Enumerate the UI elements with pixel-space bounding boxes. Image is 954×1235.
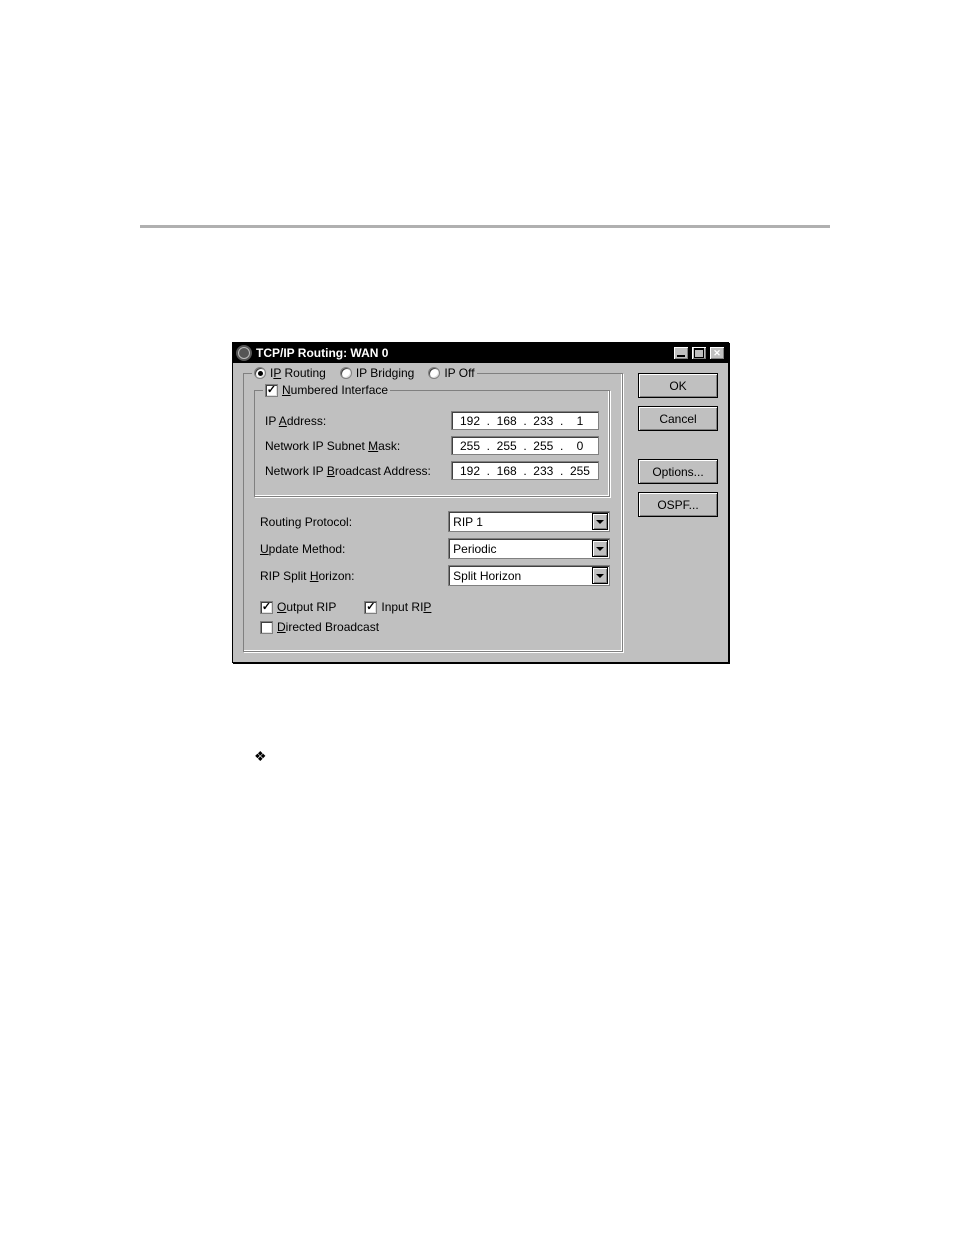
ospf-button[interactable]: OSPF...	[638, 492, 718, 517]
checkbox-icon	[265, 384, 278, 397]
minimize-button[interactable]	[673, 346, 689, 360]
output-rip-checkbox[interactable]: Output RIP	[260, 600, 336, 614]
update-method-select[interactable]: Periodic	[448, 538, 610, 559]
directed-broadcast-checkbox[interactable]: Directed Broadcast	[260, 620, 379, 634]
split-horizon-label: RIP Split Horizon:	[260, 569, 448, 583]
radio-icon	[340, 367, 352, 379]
split-horizon-select[interactable]: Split Horizon	[448, 565, 610, 586]
ok-button[interactable]: OK	[638, 373, 718, 398]
ip-mode-group: IP Routing IP Bridging IP Off	[243, 373, 623, 652]
close-button[interactable]	[709, 346, 725, 360]
radio-label: IP Off	[444, 366, 474, 380]
radio-label: IP Routing	[270, 366, 326, 380]
routing-protocol-select[interactable]: RIP 1	[448, 511, 610, 532]
checkbox-label: Input RIP	[381, 600, 431, 614]
input-rip-checkbox[interactable]: Input RIP	[364, 600, 431, 614]
broadcast-input[interactable]: 192. 168. 233. 255	[451, 461, 599, 480]
radio-icon	[254, 367, 266, 379]
ip-address-input[interactable]: 192. 168. 233. 1	[451, 411, 599, 430]
update-method-label: Update Method:	[260, 542, 448, 556]
numbered-interface-checkbox[interactable]: Numbered Interface	[265, 383, 388, 397]
window-title: TCP/IP Routing: WAN 0	[256, 346, 388, 360]
options-button[interactable]: Options...	[638, 459, 718, 484]
bullet-icon: ❖	[254, 748, 267, 765]
checkbox-icon	[260, 621, 273, 634]
subnet-mask-label: Network IP Subnet Mask:	[265, 439, 451, 453]
radio-label: IP Bridging	[356, 366, 414, 380]
checkbox-label: Output RIP	[277, 600, 336, 614]
checkbox-icon	[364, 601, 377, 614]
chevron-down-icon[interactable]	[592, 540, 608, 557]
cancel-button[interactable]: Cancel	[638, 406, 718, 431]
checkbox-label: Directed Broadcast	[277, 620, 379, 634]
radio-ip-routing[interactable]: IP Routing	[254, 366, 326, 380]
ip-address-label: IP Address:	[265, 414, 451, 428]
numbered-interface-group: Numbered Interface IP Address: 192. 168.…	[254, 390, 610, 497]
subnet-mask-input[interactable]: 255. 255. 255. 0	[451, 436, 599, 455]
dialog-window: TCP/IP Routing: WAN 0 OK Cancel Options.…	[232, 342, 729, 663]
radio-ip-bridging[interactable]: IP Bridging	[340, 366, 414, 380]
system-menu-icon[interactable]	[236, 345, 252, 361]
routing-protocol-label: Routing Protocol:	[260, 515, 448, 529]
radio-icon	[428, 367, 440, 379]
radio-ip-off[interactable]: IP Off	[428, 366, 474, 380]
checkbox-label: Numbered Interface	[282, 383, 388, 397]
maximize-button[interactable]	[691, 346, 707, 360]
chevron-down-icon[interactable]	[592, 567, 608, 584]
titlebar[interactable]: TCP/IP Routing: WAN 0	[233, 343, 728, 363]
broadcast-label: Network IP Broadcast Address:	[265, 464, 451, 478]
page-rule	[140, 225, 830, 228]
chevron-down-icon[interactable]	[592, 513, 608, 530]
checkbox-icon	[260, 601, 273, 614]
